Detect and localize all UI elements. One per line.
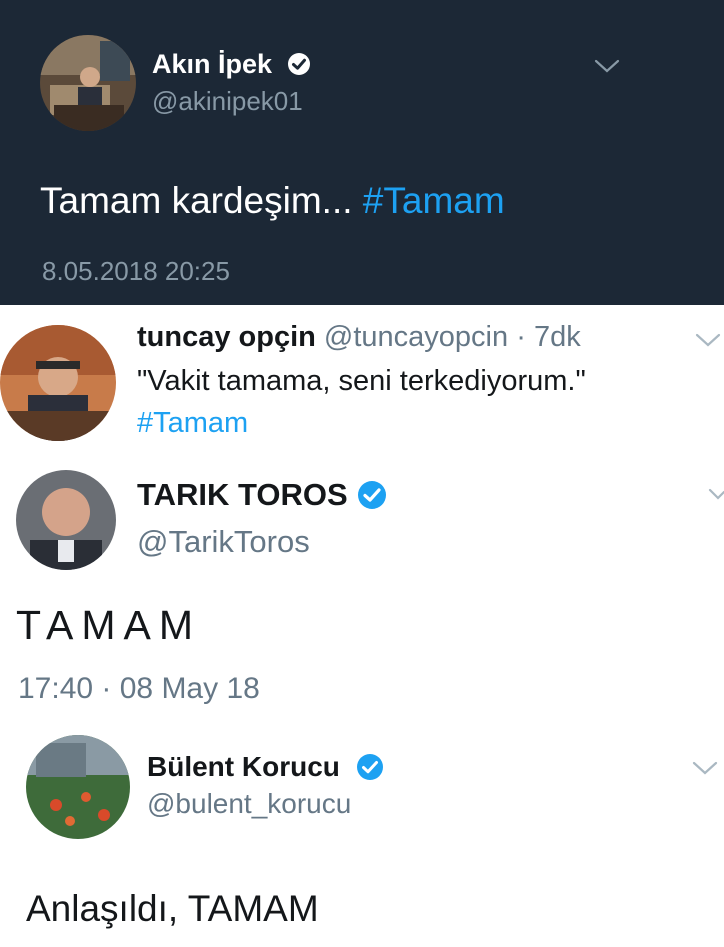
timestamp[interactable]: 8.05.2018 20:25 (42, 256, 230, 287)
tweet-text: "Vakit tamama, seni terkediyorum." (137, 365, 586, 397)
verified-badge-icon (356, 753, 384, 786)
tweet-tuncay-opcin: tuncay opçin @tuncayopcin · 7dk "Vakit t… (0, 305, 724, 465)
avatar[interactable] (0, 325, 116, 441)
chevron-down-icon[interactable] (594, 58, 620, 79)
verified-badge-icon (287, 52, 311, 81)
tweet-akin-ipek: Akın İpek @akinipek01 Tamam kardeşim... … (0, 0, 724, 305)
handle[interactable]: @tuncayopcin (324, 321, 508, 353)
display-name[interactable]: Bülent Korucu (147, 751, 340, 783)
timestamp[interactable]: 17:40 · 08 May 18 (18, 672, 260, 706)
tweet-text: Anlaşıldı, TAMAM (26, 888, 319, 929)
handle[interactable]: @akinipek01 (152, 86, 303, 117)
tweet-body: Tamam kardeşim... (40, 180, 353, 221)
verified-badge-icon (357, 480, 387, 515)
tweet-age[interactable]: 7dk (534, 321, 581, 353)
handle[interactable]: @TarikToros (137, 524, 310, 560)
display-name[interactable]: TARIK TOROS (137, 477, 348, 513)
display-name[interactable]: tuncay opçin (137, 321, 316, 353)
tweet-bulent-korucu: Bülent Korucu @bulent_korucu Anlaşıldı, … (0, 720, 724, 947)
avatar[interactable] (26, 735, 130, 839)
chevron-down-icon[interactable] (695, 332, 721, 353)
chevron-down-icon[interactable] (708, 487, 724, 506)
display-name[interactable]: Akın İpek (152, 49, 272, 80)
hashtag-link[interactable]: #Tamam (363, 180, 505, 221)
hashtag-link[interactable]: #Tamam (137, 407, 248, 440)
tweet-text: TAMAM (16, 602, 202, 648)
chevron-down-icon[interactable] (692, 760, 718, 781)
tweet-text: Tamam kardeşim... #Tamam (40, 180, 505, 222)
handle[interactable]: @bulent_korucu (147, 788, 351, 820)
tweet-tarik-toros: TARIK TOROS @TarikToros TAMAM 17:40 · 08… (0, 465, 724, 720)
avatar[interactable] (40, 35, 136, 131)
tweet-header: tuncay opçin @tuncayopcin · 7dk (137, 321, 581, 354)
avatar[interactable] (16, 470, 116, 570)
separator: · (516, 321, 526, 353)
